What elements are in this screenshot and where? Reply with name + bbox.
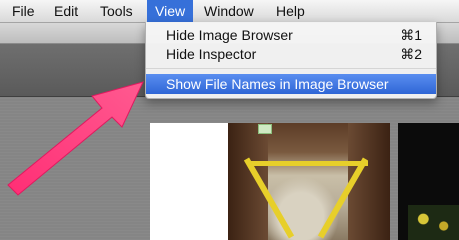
- menu-edit[interactable]: Edit: [46, 0, 86, 22]
- menu-file[interactable]: File: [4, 0, 43, 22]
- photo-badge-icon: [258, 124, 272, 134]
- image-thumbnail-photo[interactable]: [228, 123, 390, 240]
- menu-window[interactable]: Window: [196, 0, 262, 22]
- menu-item-shortcut: ⌘1: [400, 27, 422, 43]
- menu-item-hide-inspector[interactable]: Hide Inspector ⌘2: [146, 44, 436, 64]
- menu-item-label: Show File Names in Image Browser: [166, 76, 389, 92]
- view-menu-dropdown: Hide Image Browser ⌘1 Hide Inspector ⌘2 …: [145, 22, 437, 99]
- ribbon-cross: [248, 161, 368, 166]
- menu-view[interactable]: View: [147, 0, 194, 22]
- menu-tools[interactable]: Tools: [92, 0, 141, 22]
- image-thumbnail-blank[interactable]: [150, 123, 230, 240]
- menu-item-label: Hide Image Browser: [166, 27, 293, 43]
- menu-item-shortcut: ⌘2: [400, 46, 422, 62]
- menu-item-hide-image-browser[interactable]: Hide Image Browser ⌘1: [146, 25, 436, 45]
- menu-separator: [146, 68, 436, 69]
- menu-item-label: Hide Inspector: [166, 46, 257, 62]
- menu-item-show-file-names[interactable]: Show File Names in Image Browser: [146, 74, 436, 94]
- menu-bar: File Edit Tools View Window Help: [0, 0, 459, 23]
- image-thumbnail-small[interactable]: [408, 205, 459, 240]
- menu-help[interactable]: Help: [268, 0, 313, 22]
